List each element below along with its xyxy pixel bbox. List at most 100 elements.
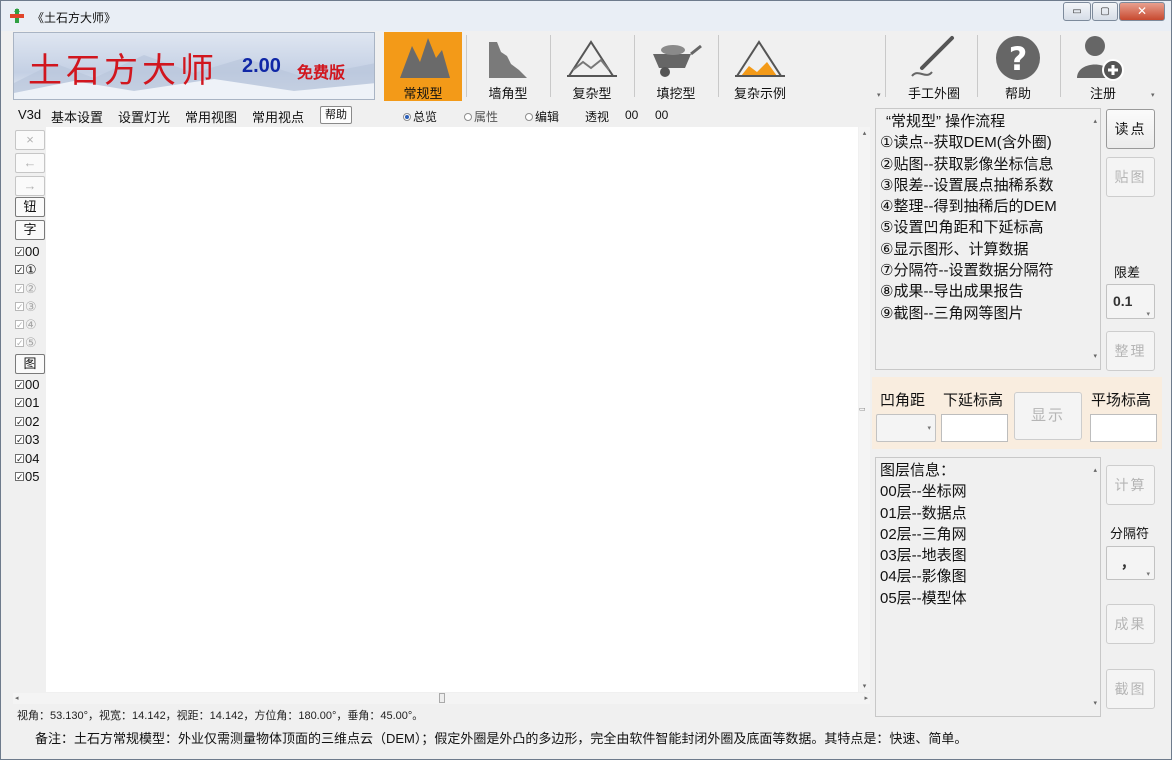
- paste-image-button[interactable]: 贴图: [1106, 157, 1155, 197]
- text-toggle[interactable]: 字: [15, 220, 45, 240]
- toolbar-grip[interactable]: ▾: [1151, 91, 1158, 100]
- checkbox-label: 00: [25, 377, 40, 392]
- calculate-button[interactable]: 计算: [1106, 465, 1155, 505]
- 3d-view-canvas[interactable]: [46, 127, 858, 692]
- checkbox-box: [15, 244, 24, 261]
- scroll-left-icon[interactable]: ◂: [15, 694, 19, 702]
- menu-common-viewpoints[interactable]: 常用视点: [252, 107, 304, 126]
- version-label: 2.00: [242, 55, 281, 77]
- checkbox-box: [15, 335, 24, 352]
- export-result-button[interactable]: 成果: [1106, 604, 1155, 644]
- organize-button[interactable]: 整理: [1106, 331, 1155, 371]
- flat-elevation-input[interactable]: [1090, 414, 1157, 442]
- scroll-up-icon[interactable]: ▴: [859, 129, 870, 137]
- checkbox-label: 04: [25, 451, 40, 466]
- checkbox-a-5[interactable]: ⑤: [15, 334, 37, 352]
- checkbox-a-2[interactable]: ②: [15, 280, 37, 298]
- wall-corner-icon: [489, 42, 527, 78]
- splitter-handle[interactable]: ▭: [859, 405, 870, 413]
- scroll-up-icon[interactable]: ▴: [1093, 460, 1097, 481]
- radio-properties-label: 属性: [474, 110, 499, 124]
- screenshot-button[interactable]: 截图: [1106, 669, 1155, 709]
- tool-wall-corner[interactable]: 墙角型: [467, 32, 549, 101]
- workflow-textbox[interactable]: “常规型” 操作流程 ①读点--获取DEM(含外圈) ②贴图--获取影像坐标信息…: [875, 108, 1101, 370]
- display-button[interactable]: 显示: [1014, 392, 1082, 440]
- layer-checkbox-05[interactable]: 05: [15, 468, 40, 486]
- tool-manual-outline[interactable]: 手工外圈: [892, 32, 976, 101]
- layer-checkbox-00[interactable]: 00: [15, 376, 40, 394]
- separator-value: ，: [1121, 555, 1135, 571]
- checkbox-label: ①: [25, 262, 37, 277]
- view-help-button[interactable]: 帮助: [320, 106, 352, 124]
- radio-edit[interactable]: 编辑: [525, 108, 559, 125]
- lower-elevation-label: 下延标高: [943, 392, 1004, 409]
- scroll-thumb[interactable]: [439, 693, 445, 703]
- edition-label: 免费版: [297, 63, 346, 82]
- concave-distance-select[interactable]: ▾: [876, 414, 936, 442]
- scroll-down-icon[interactable]: ▾: [859, 682, 870, 690]
- workflow-step: ⑥显示图形、计算数据: [880, 240, 1029, 258]
- checkbox-label: 03: [25, 432, 40, 447]
- tolerance-select[interactable]: 0.1 ▾: [1106, 284, 1155, 319]
- radio-dot: [403, 113, 411, 121]
- menu-basic-settings[interactable]: 基本设置: [51, 107, 103, 126]
- window-title: 《土石方大师》: [32, 11, 117, 25]
- canvas-horizontal-scrollbar[interactable]: ◂ ▸: [13, 693, 870, 704]
- add-user-icon: [1077, 36, 1124, 81]
- close-button[interactable]: ✕: [1119, 2, 1165, 21]
- maximize-button[interactable]: ▢: [1092, 2, 1118, 21]
- minimize-button[interactable]: ▭: [1063, 2, 1091, 21]
- toolbar-grip[interactable]: ▾: [877, 91, 884, 100]
- workflow-step: ②贴图--获取影像坐标信息: [880, 155, 1054, 173]
- layer-checkbox-01[interactable]: 01: [15, 394, 39, 412]
- layer-info-item: 00层--坐标网: [880, 483, 967, 501]
- checkbox-a-3[interactable]: ③: [15, 298, 37, 316]
- tool-regular[interactable]: 常规型: [384, 32, 462, 101]
- layer-checkbox-03[interactable]: 03: [15, 431, 40, 449]
- chevron-down-icon: ▾: [1146, 310, 1150, 318]
- checkbox-a-4[interactable]: ④: [15, 316, 37, 334]
- layer-info-title: 图层信息：: [880, 462, 956, 479]
- scroll-up-icon[interactable]: ▴: [1093, 111, 1097, 132]
- figure-toggle[interactable]: 图: [15, 354, 45, 374]
- layer-info-textbox[interactable]: 图层信息： 00层--坐标网 01层--数据点 02层--三角网 03层--地表…: [875, 457, 1101, 717]
- layer-checkbox-04[interactable]: 04: [15, 450, 40, 468]
- close-view-button[interactable]: ×: [15, 130, 45, 150]
- pen-icon: [911, 36, 954, 77]
- checkbox-a-1[interactable]: ①: [15, 261, 37, 279]
- workflow-title: “常规型” 操作流程: [886, 113, 1006, 130]
- radio-properties[interactable]: 属性: [464, 108, 498, 125]
- scroll-down-icon[interactable]: ▾: [1093, 346, 1097, 367]
- scroll-right-icon[interactable]: ▸: [864, 694, 868, 702]
- concave-distance-label: 凹角距: [880, 392, 926, 409]
- read-points-button[interactable]: 读点: [1106, 109, 1155, 149]
- layer-checkbox-02[interactable]: 02: [15, 413, 39, 431]
- checkbox-box: [15, 451, 24, 468]
- separator-select[interactable]: ， ▾: [1106, 546, 1155, 580]
- radio-overview[interactable]: 总览: [403, 108, 437, 125]
- tool-register[interactable]: 注册: [1061, 32, 1145, 101]
- button-toggle[interactable]: 钮: [15, 197, 45, 217]
- menu-lighting[interactable]: 设置灯光: [118, 107, 170, 126]
- question-icon: ?: [996, 36, 1040, 80]
- view-status: 视角：53.130°，视宽：14.142，视距：14.142，方位角：180.0…: [17, 710, 424, 722]
- back-button[interactable]: ←: [15, 153, 45, 173]
- checkbox-label: 05: [25, 469, 40, 484]
- tool-complex-example-label: 复杂示例: [733, 86, 786, 101]
- tool-help[interactable]: ? 帮助: [978, 32, 1058, 101]
- workflow-step: ①读点--获取DEM(含外圈): [880, 134, 1052, 152]
- brand-title: 土石方大师: [28, 51, 218, 91]
- menu-common-views[interactable]: 常用视图: [185, 107, 237, 126]
- flat-elevation-label: 平场标高: [1091, 392, 1152, 409]
- forward-button[interactable]: →: [15, 176, 45, 196]
- checkbox-a-00[interactable]: 00: [15, 243, 39, 261]
- perspective-label[interactable]: 透视: [585, 108, 609, 125]
- complex-terrain-icon: [567, 40, 617, 77]
- scroll-down-icon[interactable]: ▾: [1093, 693, 1097, 714]
- chevron-down-icon: ▾: [927, 425, 931, 432]
- lower-elevation-input[interactable]: [941, 414, 1008, 442]
- tool-fill[interactable]: 填挖型: [635, 32, 717, 101]
- tool-complex-example[interactable]: 复杂示例: [719, 32, 801, 101]
- checkbox-box: [15, 299, 24, 316]
- tool-complex[interactable]: 复杂型: [551, 32, 633, 101]
